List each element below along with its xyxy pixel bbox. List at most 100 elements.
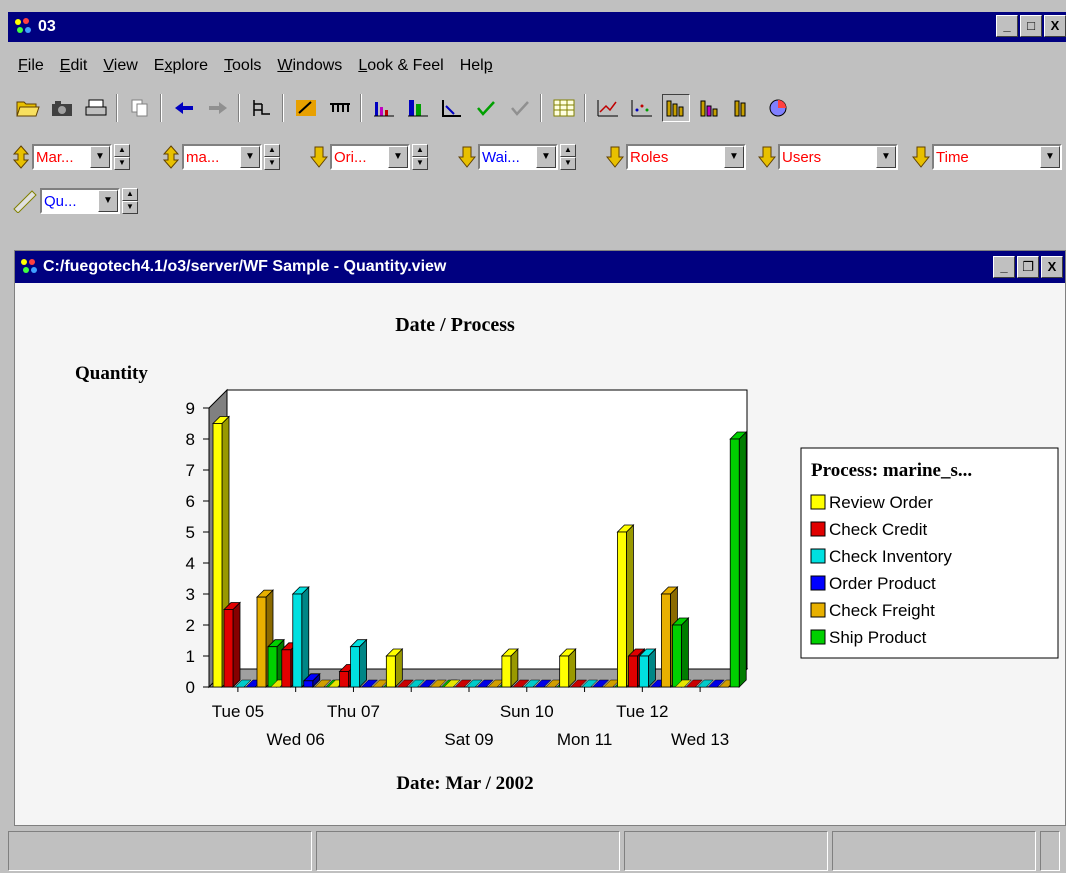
spin-buttons[interactable]: ▲ ▼ — [114, 144, 130, 170]
grid-icon[interactable] — [550, 94, 578, 122]
filter-dropdown[interactable]: Ori... ▼ — [330, 144, 410, 170]
chevron-down-icon[interactable]: ▼ — [724, 146, 744, 168]
status-cell — [624, 831, 828, 871]
menu-edit[interactable]: Edit — [60, 57, 88, 75]
x-tick-label: Wed 06 — [267, 730, 325, 749]
tree-icon[interactable] — [248, 94, 276, 122]
bar — [672, 624, 682, 688]
toolbar — [8, 86, 1066, 130]
wizard-icon[interactable] — [292, 94, 320, 122]
menu-bar: File Edit View Explore Tools Windows Loo… — [8, 52, 1066, 80]
bar — [385, 655, 396, 688]
chevron-down-icon[interactable]: ▼ — [876, 146, 896, 168]
table-icon[interactable] — [326, 94, 354, 122]
legend-swatch — [810, 494, 826, 510]
scatter-icon[interactable] — [628, 94, 656, 122]
menu-look-and-feel[interactable]: Look & Feel — [358, 57, 443, 75]
status-bar — [8, 828, 1066, 873]
menu-file[interactable]: File — [18, 57, 44, 75]
spin-buttons[interactable]: ▲ ▼ — [560, 144, 576, 170]
filter-dropdown[interactable]: Users ▼ — [778, 144, 898, 170]
spin-buttons[interactable]: ▲ ▼ — [122, 188, 138, 214]
menu-help[interactable]: Help — [460, 57, 493, 75]
axis-icon[interactable] — [438, 94, 466, 122]
forward-arrow-icon[interactable] — [204, 94, 232, 122]
menu-explore[interactable]: Explore — [154, 57, 208, 75]
y-tick-label: 6 — [186, 492, 195, 511]
bar-side — [681, 617, 689, 688]
status-cell — [1040, 831, 1060, 871]
x-tick-label: Thu 07 — [327, 702, 380, 721]
chevron-down-icon[interactable]: ▼ — [240, 146, 260, 168]
chevron-down-icon[interactable]: ▼ — [98, 190, 118, 212]
close-button[interactable]: X — [1044, 15, 1066, 37]
chevron-down-icon[interactable]: ▼ — [388, 146, 408, 168]
status-cell — [316, 831, 620, 871]
restore-button[interactable]: ❐ — [1017, 256, 1039, 278]
chart-window-title: C:/fuegotech4.1/o3/server/WF Sample - Qu… — [43, 258, 447, 275]
chart-legend: Process: marine_s... Review Order Check C… — [800, 447, 1059, 659]
filter-dropdown[interactable]: Qu... ▼ — [40, 188, 120, 214]
filter-quantity: Qu... ▼ ▲ ▼ — [12, 186, 138, 216]
bar3d-3-icon[interactable] — [730, 94, 758, 122]
bar3d-icon[interactable] — [662, 94, 690, 122]
y-axis-label: Quantity — [75, 363, 148, 384]
minimize-button[interactable]: _ — [996, 15, 1018, 37]
down-arrow-icon[interactable] — [912, 145, 930, 169]
uncheck-icon[interactable] — [506, 94, 534, 122]
bar3d-2-icon[interactable] — [696, 94, 724, 122]
line-chart-icon[interactable] — [594, 94, 622, 122]
filter-origin: Ori... ▼ ▲ ▼ — [310, 142, 428, 172]
down-arrow-icon[interactable] — [758, 145, 776, 169]
close-button[interactable]: X — [1041, 256, 1063, 278]
updown-arrow-icon[interactable] — [162, 145, 180, 169]
chevron-down-icon[interactable]: ▼ — [90, 146, 110, 168]
toolbar-separator — [116, 94, 118, 122]
y-tick-label: 4 — [186, 554, 195, 573]
stacked-bar-icon[interactable] — [404, 94, 432, 122]
bar — [350, 646, 360, 688]
filter-dropdown[interactable]: Time ▼ — [932, 144, 1062, 170]
toolbar-separator — [540, 94, 542, 122]
menu-tools[interactable]: Tools — [224, 57, 261, 75]
down-arrow-icon[interactable] — [458, 145, 476, 169]
x-axis-label: Date: Mar / 2002 — [396, 773, 533, 794]
menu-view[interactable]: View — [103, 57, 137, 75]
ruler-icon[interactable] — [12, 189, 38, 213]
bar-chart-icon[interactable] — [370, 94, 398, 122]
down-arrow-icon[interactable] — [310, 145, 328, 169]
bar-side — [359, 638, 367, 688]
legend-swatch — [810, 548, 826, 564]
maximize-button[interactable]: □ — [1020, 15, 1042, 37]
dimension-filter-bar: Mar... ▼ ▲ ▼ ma... ▼ ▲ ▼ Ori... ▼ ▲ ▼ Wai..… — [8, 138, 1066, 220]
spin-buttons[interactable]: ▲ ▼ — [412, 144, 428, 170]
legend-swatch — [810, 521, 826, 537]
filter-users: Users ▼ — [758, 142, 898, 172]
legend-title: Process: marine_s... — [811, 460, 972, 481]
copy-icon[interactable] — [126, 94, 154, 122]
filter-waiting: Wai... ▼ ▲ ▼ — [458, 142, 576, 172]
x-tick-label: Tue 12 — [616, 702, 668, 721]
menu-windows[interactable]: Windows — [277, 57, 342, 75]
y-tick-label: 9 — [186, 399, 195, 418]
minimize-button[interactable]: _ — [993, 256, 1015, 278]
spin-buttons[interactable]: ▲ ▼ — [264, 144, 280, 170]
updown-arrow-icon[interactable] — [12, 145, 30, 169]
x-tick-label: Wed 13 — [671, 730, 729, 749]
open-icon[interactable] — [14, 94, 42, 122]
camera-icon[interactable] — [48, 94, 76, 122]
chevron-down-icon[interactable]: ▼ — [1040, 146, 1060, 168]
down-arrow-icon[interactable] — [606, 145, 624, 169]
filter-dropdown[interactable]: Mar... ▼ — [32, 144, 112, 170]
filter-dropdown[interactable]: ma... ▼ — [182, 144, 262, 170]
check-icon[interactable] — [472, 94, 500, 122]
pie-icon[interactable] — [764, 94, 792, 122]
chevron-down-icon[interactable]: ▼ — [536, 146, 556, 168]
legend-label: Review Order — [829, 493, 933, 512]
y-tick-label: 8 — [186, 430, 195, 449]
back-arrow-icon[interactable] — [170, 94, 198, 122]
filter-dropdown[interactable]: Wai... ▼ — [478, 144, 558, 170]
print-icon[interactable] — [82, 94, 110, 122]
filter-dropdown[interactable]: Roles ▼ — [626, 144, 746, 170]
main-titlebar: 03 _ □ X — [8, 12, 1066, 42]
